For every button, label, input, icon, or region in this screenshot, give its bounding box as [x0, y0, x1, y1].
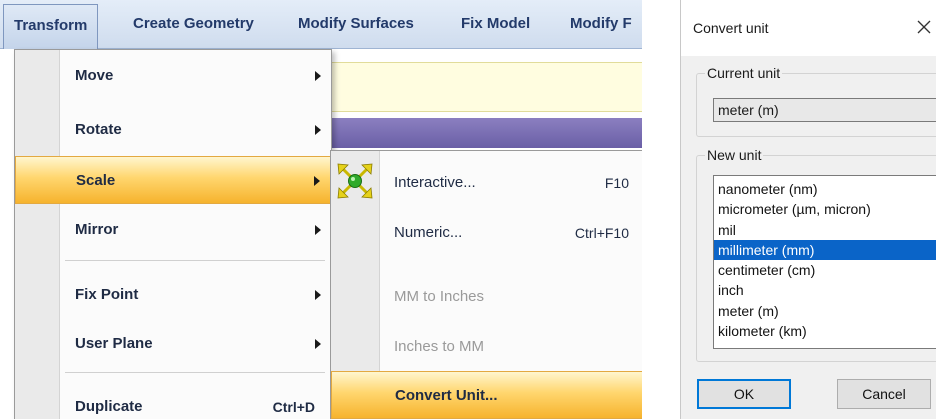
menu-separator [65, 260, 325, 261]
transform-dropdown-menu: Move Rotate Scale Mirror Fix Point User … [14, 49, 332, 419]
new-unit-group: New unit nanometer (nm) micrometer (µm, … [696, 147, 936, 362]
submenu-arrow-icon [315, 125, 321, 135]
menu-transform[interactable]: Transform [3, 4, 99, 49]
submenu-item-label: Interactive... [394, 174, 476, 191]
menu-item-move[interactable]: Move [15, 52, 331, 100]
menu-modify-surfaces[interactable]: Modify Surfaces [298, 0, 414, 48]
submenu-item-shortcut: F10 [604, 175, 629, 191]
unit-list-item[interactable]: centimeter (cm) [714, 260, 936, 280]
submenu-item-interactive[interactable]: Interactive... F10 [331, 159, 642, 207]
menu-item-fix-point[interactable]: Fix Point [15, 271, 331, 319]
unit-list-item[interactable]: kilometer (km) [714, 321, 936, 341]
menu-item-label: Fix Point [75, 286, 139, 303]
dialog-title-bar: Convert unit [681, 0, 936, 56]
menu-item-duplicate[interactable]: Duplicate Ctrl+D [15, 383, 331, 419]
menu-item-label: User Plane [75, 335, 153, 352]
menu-modify-partial[interactable]: Modify F [570, 0, 632, 48]
unit-list-item[interactable]: micrometer (µm, micron) [714, 199, 936, 219]
close-icon[interactable] [911, 14, 936, 40]
menu-bar: Transform Create Geometry Modify Surface… [0, 0, 642, 49]
menu-item-scale[interactable]: Scale [15, 156, 331, 204]
menu-item-label: Scale [76, 172, 116, 189]
unit-list-item[interactable]: meter (m) [714, 301, 936, 321]
ok-button[interactable]: OK [697, 379, 791, 409]
background-panel-titlebar: ect [306, 118, 642, 148]
menu-item-label: Mirror [75, 221, 119, 238]
menu-separator [65, 372, 325, 373]
submenu-arrow-icon [315, 290, 321, 300]
menu-fix-model[interactable]: Fix Model [461, 0, 530, 48]
current-unit-field: meter (m) [713, 98, 936, 122]
unit-list-item[interactable]: inch [714, 280, 936, 300]
submenu-item-numeric[interactable]: Numeric... Ctrl+F10 [331, 209, 642, 257]
background-toolbar-strip [306, 62, 642, 112]
submenu-arrow-icon [314, 176, 320, 186]
current-unit-legend: Current unit [705, 65, 783, 81]
menu-create-geometry[interactable]: Create Geometry [133, 0, 254, 48]
submenu-arrow-icon [315, 339, 321, 349]
menu-item-label: Duplicate [75, 398, 143, 415]
cancel-button[interactable]: Cancel [837, 379, 931, 409]
submenu-item-label: Inches to MM [394, 338, 485, 355]
submenu-arrow-icon [315, 225, 321, 235]
scale-submenu: Interactive... F10 Numeric... Ctrl+F10 M… [330, 150, 642, 419]
menu-item-rotate[interactable]: Rotate [15, 106, 331, 154]
unit-listbox[interactable]: nanometer (nm) micrometer (µm, micron) m… [713, 175, 936, 349]
application-window: Transform Create Geometry Modify Surface… [0, 0, 642, 419]
menu-item-mirror[interactable]: Mirror [15, 206, 331, 254]
unit-list-item[interactable]: nanometer (nm) [714, 179, 936, 199]
menu-item-user-plane[interactable]: User Plane [15, 320, 331, 368]
submenu-item-inches-to-mm: Inches to MM [331, 323, 642, 371]
new-unit-legend: New unit [705, 147, 764, 163]
scale-arrows-icon [337, 163, 373, 199]
submenu-arrow-icon [315, 71, 321, 81]
submenu-item-mm-to-inches: MM to Inches [331, 273, 642, 321]
menu-item-label: Rotate [75, 121, 122, 138]
menu-item-shortcut: Ctrl+D [272, 399, 315, 415]
convert-unit-dialog: Convert unit Current unit meter (m) New … [680, 0, 936, 419]
submenu-item-shortcut: Ctrl+F10 [574, 225, 629, 241]
submenu-item-label: MM to Inches [394, 288, 485, 305]
submenu-item-label: Convert Unit... [395, 387, 498, 404]
submenu-item-label: Numeric... [394, 224, 463, 241]
current-unit-group: Current unit meter (m) [696, 65, 936, 137]
menu-item-label: Move [75, 67, 114, 84]
unit-list-item-selected[interactable]: millimeter (mm) [714, 239, 936, 261]
dialog-title: Convert unit [693, 20, 769, 36]
unit-list-item[interactable]: mil [714, 220, 936, 240]
submenu-item-convert-unit[interactable]: Convert Unit... [331, 371, 642, 419]
